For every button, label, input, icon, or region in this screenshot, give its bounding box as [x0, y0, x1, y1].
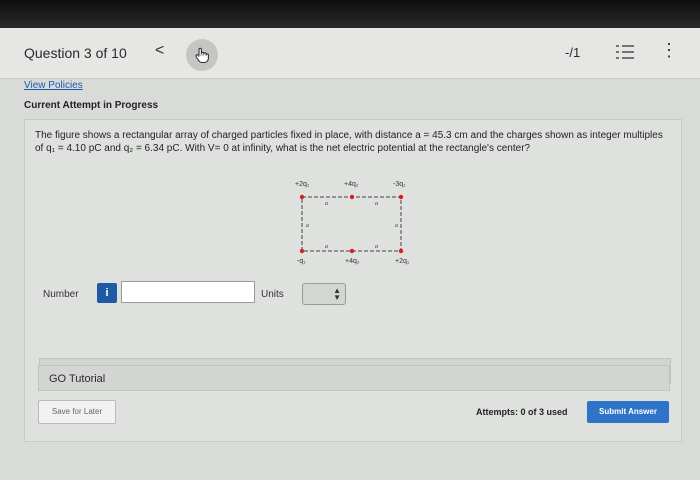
charge-bottom-right — [398, 248, 404, 254]
units-label: Units — [261, 289, 284, 300]
save-for-later-button[interactable]: Save for Later — [38, 400, 116, 424]
score: -/1 — [565, 45, 581, 60]
distance-label-bottom-1: a — [325, 244, 328, 250]
charge-top-left — [299, 194, 305, 200]
charge-bottom-left — [299, 248, 305, 254]
distance-label-right: a — [395, 223, 398, 229]
question-header: Question 3 of 10 < -/1 ⋮ — [0, 28, 700, 79]
distance-label-left: a — [306, 223, 309, 229]
charge-top-right — [398, 194, 404, 200]
question-list-icon[interactable] — [614, 42, 636, 62]
go-tutorial-link[interactable]: GO Tutorial — [38, 365, 670, 391]
distance-label-top-1: a — [325, 201, 328, 207]
label-bottom-mid: +4q₂ — [345, 258, 360, 265]
distance-label-bottom-2: a — [375, 244, 378, 250]
charge-top-mid — [349, 194, 355, 200]
label-bottom-right: +2q₁ — [395, 258, 410, 265]
hand-pointer-icon — [195, 47, 209, 64]
label-top-mid: +4q₂ — [344, 181, 359, 188]
assistance-button[interactable] — [186, 39, 218, 71]
charge-bottom-mid — [349, 248, 355, 254]
updown-chevron-icon: ▲ ▼ — [333, 286, 341, 302]
question-text: The figure shows a rectangular array of … — [35, 130, 663, 154]
number-input[interactable] — [121, 281, 255, 303]
charge-array-figure: +2q₁ +4q₂ -3q₁ -q₁ +4q₂ +2q₁ a a a a a a — [295, 181, 410, 265]
label-top-right: -3q₁ — [393, 181, 406, 188]
attempt-status: Current Attempt in Progress — [24, 100, 159, 111]
view-policies-link[interactable]: View Policies — [24, 80, 83, 91]
submit-answer-button[interactable]: Submit Answer — [587, 401, 669, 423]
distance-label-top-2: a — [375, 201, 378, 207]
units-select[interactable]: ▲ ▼ — [302, 283, 346, 305]
question-panel: The figure shows a rectangular array of … — [24, 119, 682, 442]
info-button[interactable]: i — [97, 283, 117, 303]
label-bottom-left: -q₁ — [297, 258, 306, 265]
rectangle-outline — [301, 196, 402, 252]
screen: Question 3 of 10 < -/1 ⋮ View Policies C… — [0, 28, 700, 480]
device-bezel — [0, 0, 700, 28]
more-options-icon[interactable]: ⋮ — [660, 41, 678, 59]
label-top-left: +2q₁ — [295, 181, 310, 188]
question-counter: Question 3 of 10 — [24, 45, 127, 61]
number-label: Number — [43, 289, 79, 300]
previous-button[interactable]: < — [155, 42, 164, 60]
